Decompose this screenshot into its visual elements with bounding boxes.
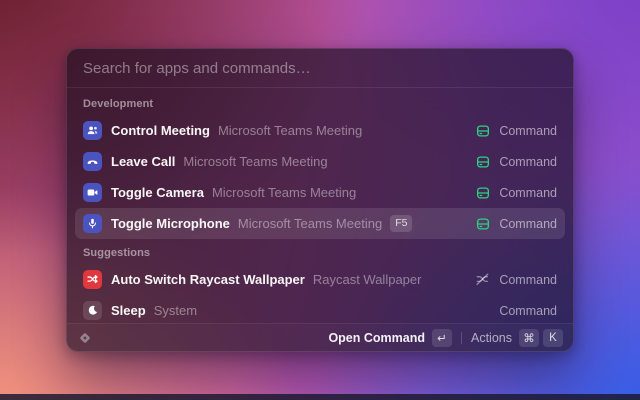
item-title: Toggle Microphone [111, 216, 230, 231]
shuffle-icon [83, 270, 102, 289]
open-command-label: Open Command [328, 331, 425, 345]
search-bar [67, 49, 573, 87]
search-input[interactable] [83, 60, 557, 77]
list-item-auto-switch-wallpaper[interactable]: Auto Switch Raycast Wallpaper Raycast Wa… [75, 264, 565, 295]
item-type-label: Command [499, 273, 557, 287]
section-header-suggestions: Suggestions [75, 239, 565, 264]
actions-button[interactable]: Actions ⌘ K [471, 329, 563, 347]
item-subtitle: Microsoft Teams Meeting [212, 185, 356, 200]
item-title: Auto Switch Raycast Wallpaper [111, 272, 305, 287]
item-subtitle: Microsoft Teams Meeting [238, 216, 382, 231]
return-keycap: ↵ [432, 329, 452, 347]
actions-label: Actions [471, 331, 512, 345]
command-type-icon [474, 153, 491, 170]
list-item-control-meeting[interactable]: Control Meeting Microsoft Teams Meeting … [75, 115, 565, 146]
list-item-sleep[interactable]: Sleep System Command [75, 295, 565, 323]
teams-people-icon [83, 121, 102, 140]
item-type-label: Command [499, 217, 557, 231]
item-title: Sleep [111, 303, 146, 318]
raycast-launcher-window: Development Control Meeting Microsoft Te… [66, 48, 574, 352]
section-header-development: Development [75, 90, 565, 115]
raycast-logo-icon [77, 330, 93, 346]
footer-bar: Open Command ↵ Actions ⌘ K [67, 324, 573, 351]
item-subtitle: System [154, 303, 197, 318]
k-keycap: K [543, 329, 563, 347]
open-command-button[interactable]: Open Command ↵ [328, 329, 452, 347]
command-type-icon [474, 215, 491, 232]
command-type-icon [474, 184, 491, 201]
item-title: Control Meeting [111, 123, 210, 138]
results-list: Development Control Meeting Microsoft Te… [67, 88, 573, 323]
command-type-icon [474, 122, 491, 139]
item-title: Leave Call [111, 154, 175, 169]
item-subtitle: Microsoft Teams Meeting [183, 154, 327, 169]
desktop-wallpaper: Development Control Meeting Microsoft Te… [0, 0, 640, 400]
item-type-label: Command [499, 186, 557, 200]
list-item-toggle-camera[interactable]: Toggle Camera Microsoft Teams Meeting Co… [75, 177, 565, 208]
item-type-label: Command [499, 124, 557, 138]
footer-separator [461, 332, 462, 344]
shuffle-off-icon [474, 271, 491, 288]
item-type-label: Command [499, 304, 557, 318]
list-item-toggle-microphone[interactable]: Toggle Microphone Microsoft Teams Meetin… [75, 208, 565, 239]
item-subtitle: Microsoft Teams Meeting [218, 123, 362, 138]
video-camera-icon [83, 183, 102, 202]
item-subtitle: Raycast Wallpaper [313, 272, 422, 287]
list-item-leave-call[interactable]: Leave Call Microsoft Teams Meeting Comma… [75, 146, 565, 177]
screen-bottom-edge [0, 394, 640, 400]
phone-hangup-icon [83, 152, 102, 171]
moon-icon [83, 301, 102, 320]
shortcut-badge: F5 [390, 215, 412, 232]
microphone-icon [83, 214, 102, 233]
cmd-keycap: ⌘ [519, 329, 539, 347]
item-type-label: Command [499, 155, 557, 169]
item-title: Toggle Camera [111, 185, 204, 200]
